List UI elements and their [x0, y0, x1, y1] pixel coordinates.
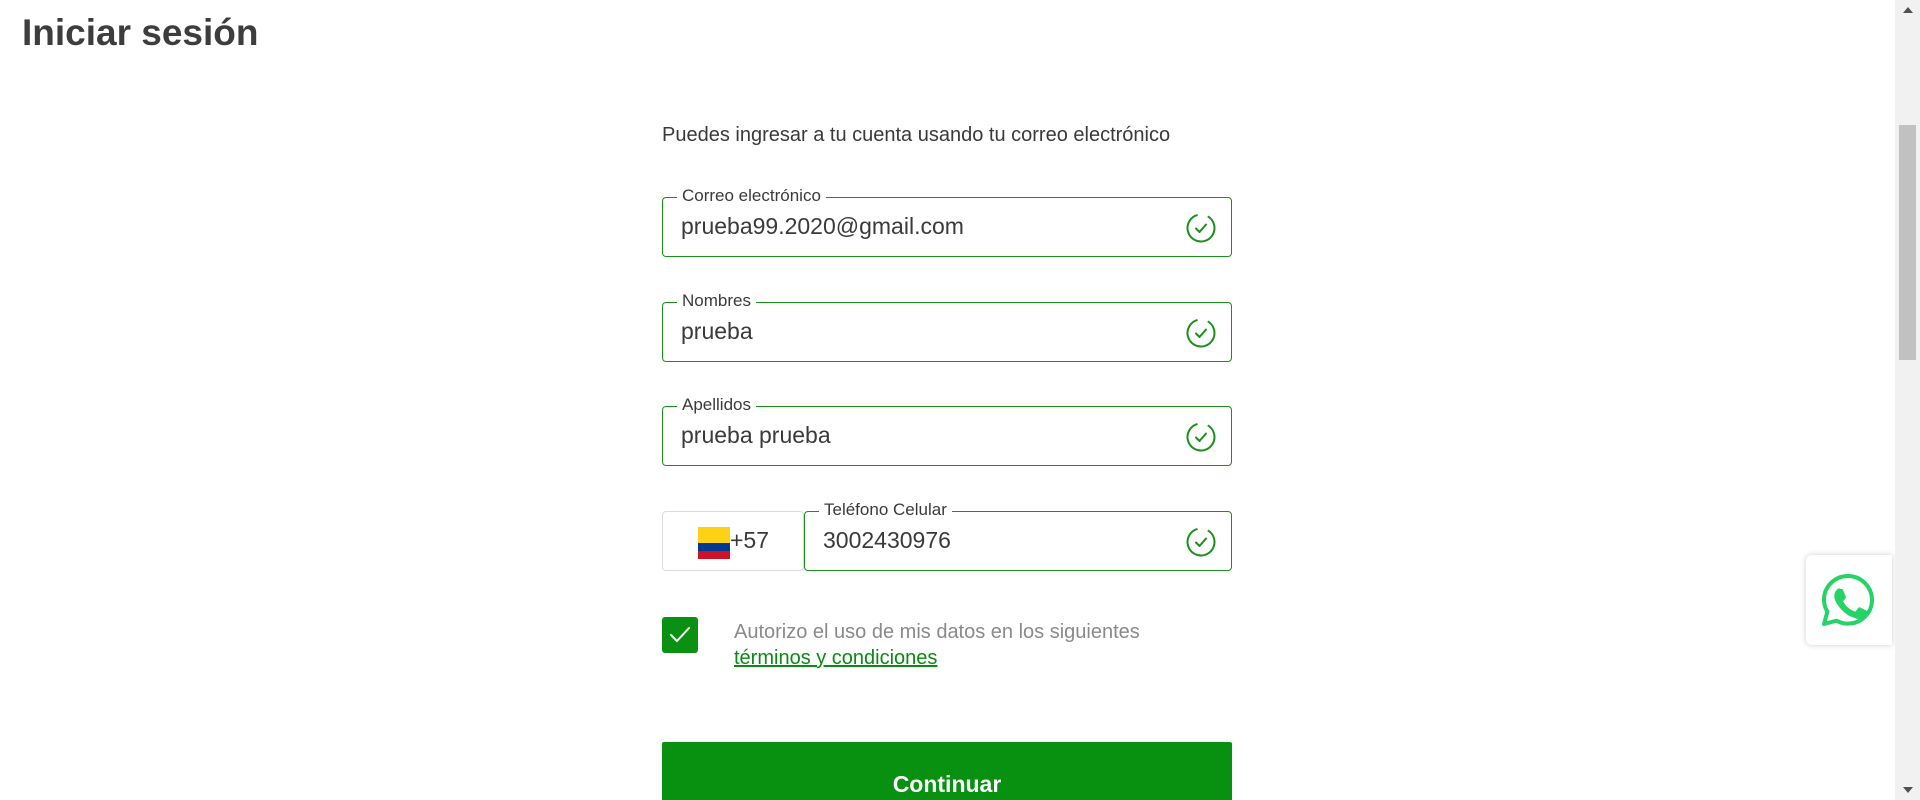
- consent-row: Autorizo el uso de mis datos en los sigu…: [662, 617, 1232, 677]
- page-title: Iniciar sesión: [22, 12, 259, 53]
- consent-label: Autorizo el uso de mis datos en los sigu…: [734, 621, 1140, 643]
- scroll-down-icon[interactable]: [1903, 787, 1913, 793]
- phone-row: +57 Teléfono Celular 3002430976: [662, 500, 1232, 571]
- check-circle-icon: [1186, 527, 1216, 557]
- first-name-field-value[interactable]: prueba: [681, 318, 753, 345]
- phone-field-value[interactable]: 3002430976: [823, 527, 951, 554]
- vertical-scrollbar[interactable]: [1895, 0, 1920, 800]
- check-circle-icon: [1186, 318, 1216, 348]
- scroll-up-icon[interactable]: [1903, 7, 1913, 13]
- last-name-field[interactable]: Apellidos prueba prueba: [662, 395, 1232, 466]
- country-code-select[interactable]: +57: [662, 511, 804, 571]
- scroll-thumb[interactable]: [1899, 125, 1916, 360]
- dial-code: +57: [730, 527, 770, 553]
- check-circle-icon: [1186, 213, 1216, 243]
- phone-field-label: Teléfono Celular: [819, 500, 952, 520]
- login-page: Iniciar sesión Puedes ingresar a tu cuen…: [0, 0, 1920, 800]
- colombia-flag-icon: [698, 527, 730, 559]
- checkmark-icon: [670, 627, 690, 642]
- consent-checkbox[interactable]: [662, 617, 698, 653]
- email-field[interactable]: Correo electrónico prueba99.2020@gmail.c…: [662, 186, 1232, 257]
- form-intro-text: Puedes ingresar a tu cuenta usando tu co…: [662, 124, 1171, 146]
- check-circle-icon: [1186, 422, 1216, 452]
- whatsapp-icon: [1822, 574, 1874, 626]
- whatsapp-button[interactable]: [1806, 555, 1892, 645]
- continue-button[interactable]: Continuar: [662, 742, 1232, 800]
- email-field-label: Correo electrónico: [677, 186, 826, 206]
- email-field-value[interactable]: prueba99.2020@gmail.com: [681, 213, 964, 240]
- phone-field[interactable]: Teléfono Celular 3002430976: [804, 500, 1232, 571]
- last-name-field-value[interactable]: prueba prueba: [681, 422, 831, 449]
- terms-link[interactable]: términos y condiciones: [734, 645, 937, 671]
- first-name-field-label: Nombres: [677, 291, 756, 311]
- last-name-field-label: Apellidos: [677, 395, 756, 415]
- first-name-field[interactable]: Nombres prueba: [662, 291, 1232, 362]
- consent-text: Autorizo el uso de mis datos en los sigu…: [734, 619, 1214, 671]
